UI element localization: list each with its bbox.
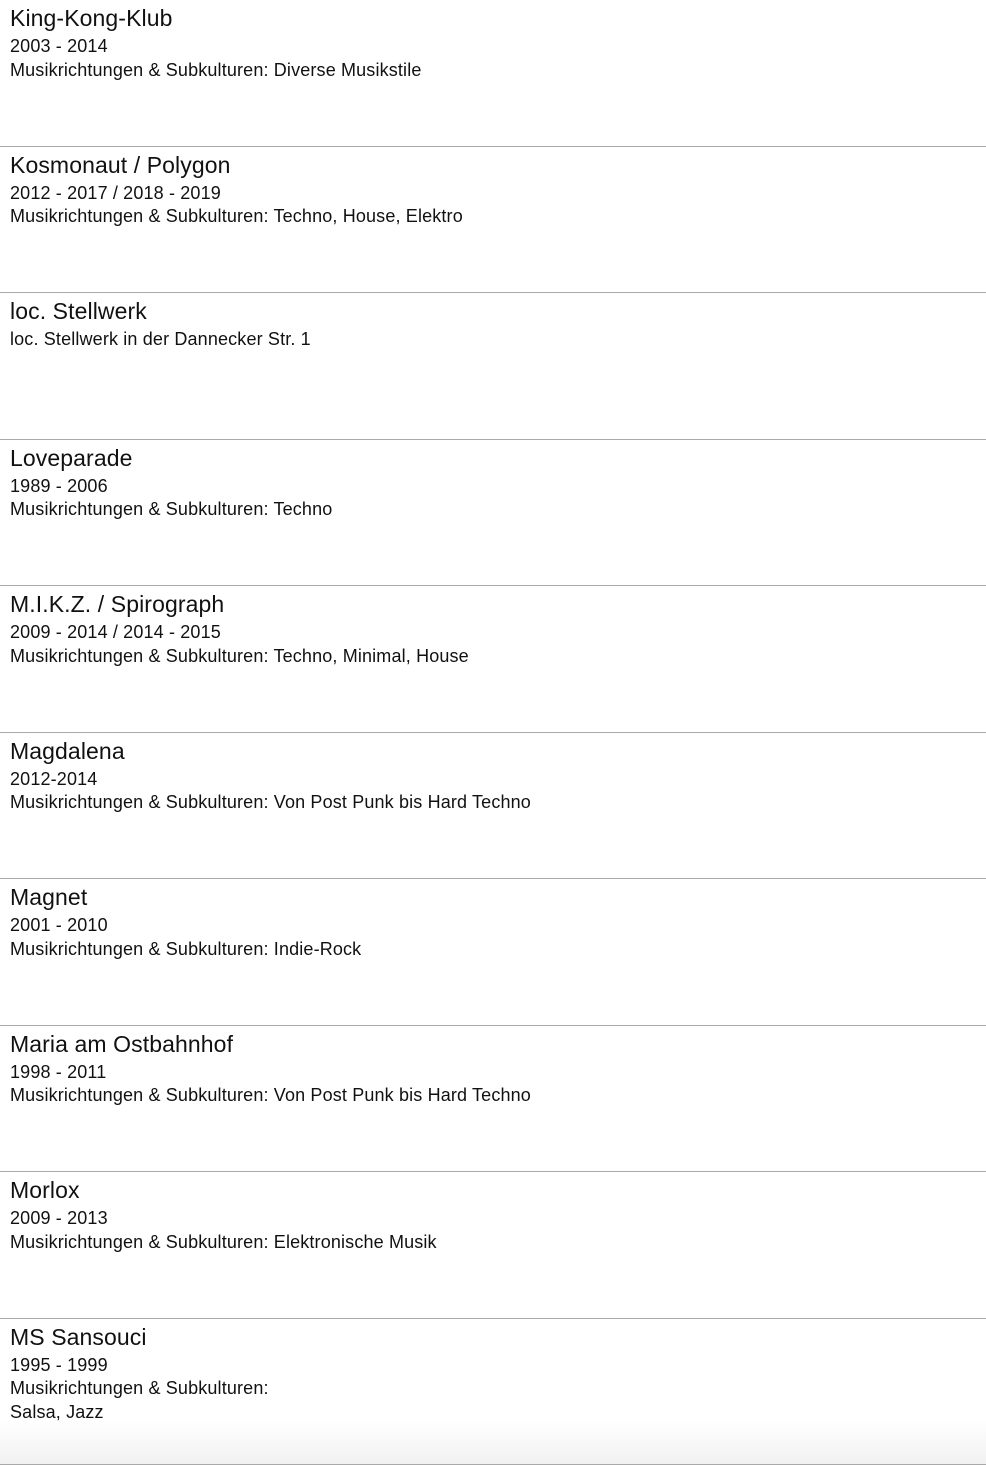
entry-genres: Musikrichtungen & Subkulturen: Indie-Roc…	[10, 938, 976, 962]
entry-title[interactable]: MS Sansouci	[10, 1323, 976, 1351]
entry-genres: Musikrichtungen & Subkulturen: Von Post …	[10, 791, 976, 815]
entry-years: 1998 - 2011	[10, 1061, 976, 1085]
entry-years: 2001 - 2010	[10, 914, 976, 938]
entry-years: 2009 - 2013	[10, 1207, 976, 1231]
entry-title[interactable]: King-Kong-Klub	[10, 4, 976, 32]
entry-genres: Musikrichtungen & Subkulturen: Techno	[10, 498, 976, 522]
entry-genres: Salsa, Jazz	[10, 1401, 976, 1425]
entry-genres: Musikrichtungen & Subkulturen: Diverse M…	[10, 59, 976, 83]
entry-years: 2009 - 2014 / 2014 - 2015	[10, 621, 976, 645]
entry-genres: Musikrichtungen & Subkulturen: Von Post …	[10, 1084, 976, 1108]
list-item-king-kong-klub[interactable]: King-Kong-Klub 2003 - 2014 Musikrichtung…	[0, 0, 986, 147]
entry-title[interactable]: Loveparade	[10, 444, 976, 472]
list-item-loveparade[interactable]: Loveparade 1989 - 2006 Musikrichtungen &…	[0, 440, 986, 587]
list-item-magnet[interactable]: Magnet 2001 - 2010 Musikrichtungen & Sub…	[0, 879, 986, 1026]
list-item-morlox[interactable]: Morlox 2009 - 2013 Musikrichtungen & Sub…	[0, 1172, 986, 1319]
entry-title[interactable]: M.I.K.Z. / Spirograph	[10, 590, 976, 618]
entry-years: 1989 - 2006	[10, 475, 976, 499]
entry-years: 2012-2014	[10, 768, 976, 792]
entry-title[interactable]: loc. Stellwerk	[10, 297, 976, 325]
club-list: King-Kong-Klub 2003 - 2014 Musikrichtung…	[0, 0, 986, 1465]
entry-genres: Musikrichtungen & Subkulturen: Elektroni…	[10, 1231, 976, 1255]
list-item-kosmonaut-polygon[interactable]: Kosmonaut / Polygon 2012 - 2017 / 2018 -…	[0, 147, 986, 294]
entry-genres: Musikrichtungen & Subkulturen: Techno, H…	[10, 205, 976, 229]
entry-years: 2003 - 2014	[10, 35, 976, 59]
entry-years: 2012 - 2017 / 2018 - 2019	[10, 182, 976, 206]
entry-title[interactable]: Kosmonaut / Polygon	[10, 151, 976, 179]
list-item-mikz-spirograph[interactable]: M.I.K.Z. / Spirograph 2009 - 2014 / 2014…	[0, 586, 986, 733]
entry-genres-label: Musikrichtungen & Subkulturen:	[10, 1377, 976, 1401]
entry-title[interactable]: Magdalena	[10, 737, 976, 765]
list-item-magdalena[interactable]: Magdalena 2012-2014 Musikrichtungen & Su…	[0, 733, 986, 880]
entry-years: 1995 - 1999	[10, 1354, 976, 1378]
entry-title[interactable]: Magnet	[10, 883, 976, 911]
list-item-maria-am-ostbahnhof[interactable]: Maria am Ostbahnhof 1998 - 2011 Musikric…	[0, 1026, 986, 1173]
list-item-loc-stellwerk[interactable]: loc. Stellwerk loc. Stellwerk in der Dan…	[0, 293, 986, 440]
entry-description: loc. Stellwerk in der Dannecker Str. 1	[10, 328, 976, 352]
list-item-ms-sansouci[interactable]: MS Sansouci 1995 - 1999 Musikrichtungen …	[0, 1319, 986, 1465]
entry-title[interactable]: Maria am Ostbahnhof	[10, 1030, 976, 1058]
entry-title[interactable]: Morlox	[10, 1176, 976, 1204]
entry-genres: Musikrichtungen & Subkulturen: Techno, M…	[10, 645, 976, 669]
